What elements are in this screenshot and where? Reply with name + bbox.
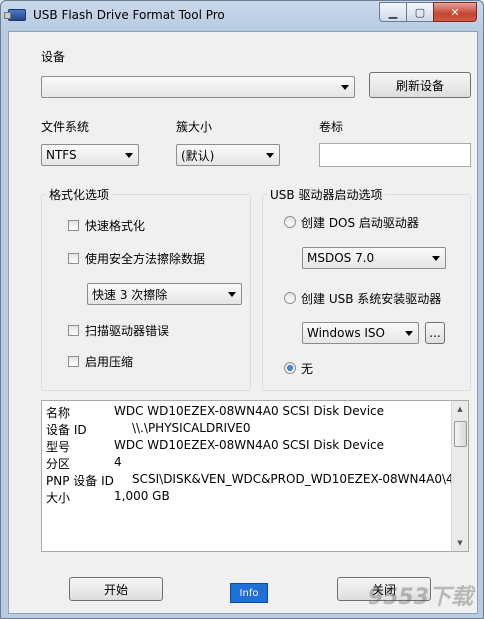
maximize-icon: ▢	[414, 5, 426, 19]
boot-options-title: USB 驱动器启动选项	[267, 186, 386, 203]
minimize-button[interactable]: ▁	[379, 2, 407, 22]
chevron-down-icon	[405, 331, 413, 336]
none-radio[interactable]	[284, 362, 296, 374]
usb-drive-icon	[4, 9, 26, 21]
iso-select-value: Windows ISO	[307, 326, 385, 340]
scan-errors-label[interactable]: 扫描驱动器错误	[85, 322, 169, 339]
filesystem-select[interactable]: NTFS	[41, 144, 139, 166]
info-value: 4	[114, 455, 122, 469]
info-value: \\.\PHYSICALDRIVE0	[132, 421, 251, 435]
caption-buttons: ▁ ▢ ✕	[379, 2, 477, 22]
info-key: 大小	[46, 491, 71, 505]
info-key: 型号	[46, 440, 71, 454]
info-button[interactable]: Info	[230, 583, 268, 603]
minimize-icon: ▁	[388, 5, 398, 19]
scroll-up-icon[interactable]: ▲	[452, 401, 468, 417]
erase-mode-select-value: 快速 3 次擦除	[92, 287, 168, 302]
secure-erase-label[interactable]: 使用安全方法擦除数据	[85, 250, 205, 267]
scan-errors-checkbox[interactable]	[68, 325, 79, 336]
chevron-down-icon	[432, 256, 440, 261]
chevron-down-icon	[125, 153, 133, 158]
info-value: 1,000 GB	[114, 489, 170, 503]
format-options-title: 格式化选项	[46, 186, 113, 203]
enable-compress-checkbox[interactable]	[68, 356, 79, 367]
dos-version-select[interactable]: MSDOS 7.0	[302, 247, 446, 269]
info-value: SCSI\DISK&VEN_WDC&PROD_WD10EZEX-08WN4A0\…	[132, 472, 464, 486]
filesystem-select-value: NTFS	[46, 148, 77, 162]
dos-boot-radio[interactable]	[284, 216, 296, 228]
cluster-size-select-value: (默认)	[181, 148, 215, 163]
close-window-button[interactable]: ✕	[433, 2, 477, 22]
chevron-down-icon	[228, 292, 236, 297]
browse-iso-button[interactable]: ...	[425, 322, 445, 344]
dos-boot-label[interactable]: 创建 DOS 启动驱动器	[301, 214, 419, 231]
info-key: 分区	[46, 457, 71, 471]
info-value: WDC WD10EZEX-08WN4A0 SCSI Disk Device	[114, 404, 385, 418]
quick-format-checkbox[interactable]	[68, 220, 79, 231]
dos-version-select-value: MSDOS 7.0	[307, 251, 375, 265]
refresh-devices-button[interactable]: 刷新设备	[369, 72, 471, 98]
chevron-down-icon	[266, 153, 274, 158]
scroll-thumb[interactable]	[454, 421, 467, 447]
info-key: 名称	[46, 406, 71, 420]
enable-compress-label[interactable]: 启用压缩	[85, 353, 133, 370]
filesystem-label: 文件系统	[41, 120, 90, 134]
usb-install-radio[interactable]	[284, 292, 296, 304]
usb-install-label[interactable]: 创建 USB 系统安装驱动器	[301, 290, 441, 307]
device-label: 设备	[41, 50, 66, 64]
info-key: PNP 设备 ID	[46, 474, 114, 488]
device-select[interactable]	[41, 76, 355, 98]
watermark-logo: 9553下载	[367, 585, 473, 610]
scroll-down-icon[interactable]: ▼	[452, 535, 468, 551]
erase-mode-select[interactable]: 快速 3 次擦除	[87, 283, 242, 305]
close-icon: ✕	[450, 5, 460, 19]
cluster-size-select[interactable]: (默认)	[176, 144, 280, 166]
info-scrollbar[interactable]: ▲ ▼	[451, 401, 468, 551]
volume-label-label: 卷标	[319, 120, 344, 134]
device-info-panel[interactable]: 名称 WDC WD10EZEX-08WN4A0 SCSI Disk Device…	[41, 400, 469, 552]
none-label[interactable]: 无	[301, 360, 313, 377]
info-value: WDC WD10EZEX-08WN4A0 SCSI Disk Device	[114, 438, 385, 452]
volume-label-input[interactable]	[319, 143, 471, 167]
title-bar[interactable]: USB Flash Drive Format Tool Pro ▁ ▢ ✕	[1, 1, 483, 31]
start-button[interactable]: 开始	[69, 577, 163, 601]
maximize-button[interactable]: ▢	[406, 2, 434, 22]
client-area: 设备 刷新设备 文件系统 NTFS 簇大小 (默认) 卷标 格式化选项 快速格式…	[8, 31, 478, 614]
iso-select[interactable]: Windows ISO	[302, 322, 419, 344]
cluster-size-label: 簇大小	[176, 120, 213, 134]
window-title: USB Flash Drive Format Tool Pro	[33, 8, 225, 22]
quick-format-label[interactable]: 快速格式化	[85, 217, 145, 234]
info-key: 设备 ID	[46, 423, 87, 437]
secure-erase-checkbox[interactable]	[68, 253, 79, 264]
chevron-down-icon	[341, 85, 349, 90]
app-window: USB Flash Drive Format Tool Pro ▁ ▢ ✕ 设备…	[0, 0, 484, 619]
